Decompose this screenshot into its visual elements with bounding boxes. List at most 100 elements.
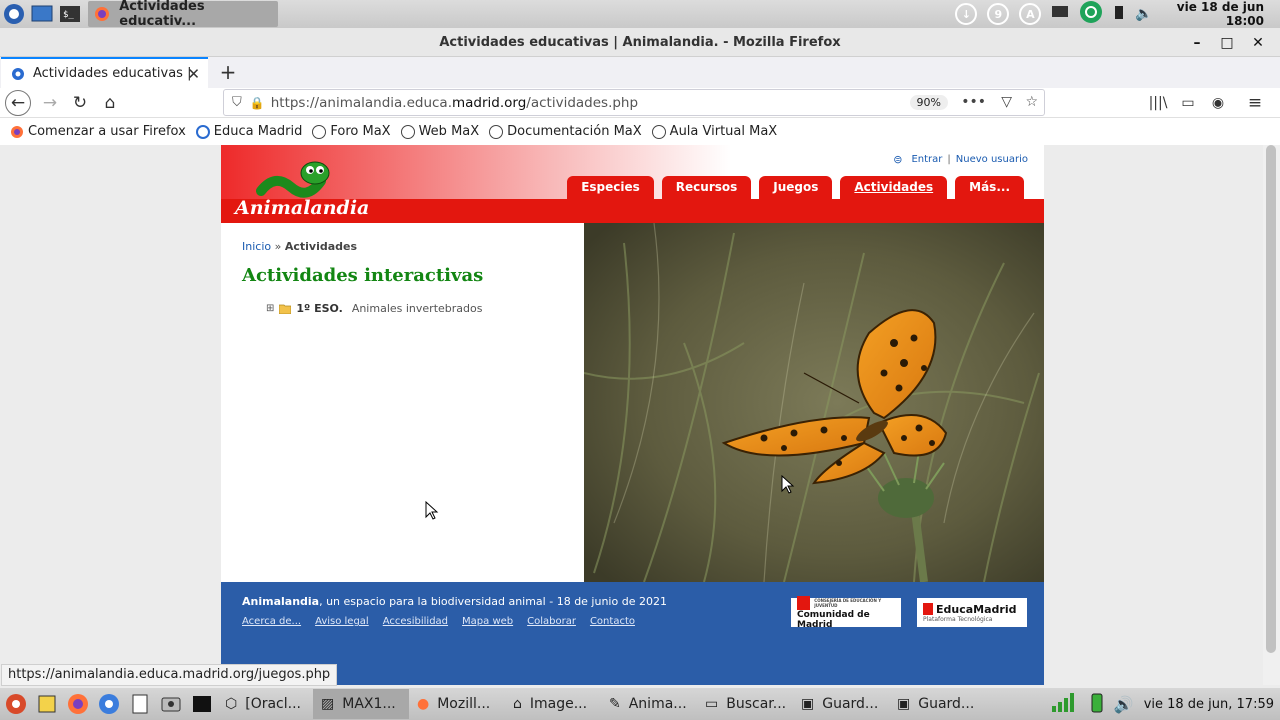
comunidad-label: Comunidad de Madrid [797,609,870,630]
taskbar-task-oracle[interactable]: ⬡ [Oracl... [217,689,313,719]
launcher-chromium-icon[interactable] [93,689,124,719]
footer-link-acerca[interactable]: Acerca de... [242,616,301,627]
reload-button[interactable]: ↻ [67,90,93,116]
user-links-separator: | [947,154,951,165]
desktop-icon[interactable] [28,1,56,27]
tab-close-icon[interactable]: ✕ [187,65,200,83]
mouse-cursor-icon [425,501,439,520]
bookmark-comenzar[interactable]: Comenzar a usar Firefox [10,124,186,139]
taskbar-task-image[interactable]: ⌂ Image... [505,689,601,719]
bookmark-label: Educa Madrid [213,124,303,139]
svg-text:$_: $_ [63,10,74,20]
menu-especies[interactable]: Especies [567,176,654,199]
bookmark-foro-max[interactable]: Foro MaX [312,124,391,139]
site-logo-text[interactable]: Animalandia [235,197,369,219]
login-link[interactable]: Entrar [911,154,942,165]
home-button[interactable]: ⌂ [97,90,123,116]
panel-clock[interactable]: vie 18 de jun 18:00 [1163,0,1264,28]
footer-links: Acerca de... Aviso legal Accesibilidad M… [242,616,635,627]
maximize-button[interactable]: □ [1212,28,1242,57]
shield-icon[interactable]: ⛉ [232,95,242,110]
save-dialog-icon: ▣ [801,696,815,712]
battery-icon[interactable] [1113,4,1125,24]
window-titlebar[interactable]: Actividades educativas | Animalandia. - … [0,28,1280,57]
taskbar-task-anima[interactable]: ✎ Anima... [601,689,697,719]
site-menu: Especies Recursos Juegos Actividades Más… [567,176,1024,199]
launcher-notes-icon[interactable] [124,689,155,719]
tray-badge-a[interactable]: A [1019,3,1042,25]
educamadrid-flag-icon [923,603,933,615]
bookmark-aula-virtual-max[interactable]: Aula Virtual MaX [651,124,777,139]
breadcrumb-home-link[interactable]: Inicio [242,240,271,253]
taskbar-task-guardar-1[interactable]: ▣ Guard... [793,689,889,719]
volume-icon[interactable]: 🔈 [1135,6,1152,22]
panel-task-firefox[interactable]: Actividades educativ... [88,0,278,29]
sidebar-icon[interactable]: ▭ [1175,90,1201,116]
taskbar-clock[interactable]: vie 18 de jun, 17:59 [1144,697,1274,712]
minimize-button[interactable]: – [1182,28,1212,57]
page-actions-icon[interactable]: ••• [961,94,986,110]
tree-level-label[interactable]: 1º ESO. [296,302,342,315]
tray-badge-9[interactable]: 9 [987,3,1010,25]
footer-link-mapa-web[interactable]: Mapa web [462,616,513,627]
tree-item-1eso[interactable]: ⊞ 1º ESO. Animales invertebrados [266,302,482,315]
snake-logo-icon[interactable] [255,151,335,201]
new-tab-button[interactable]: + [216,60,240,84]
expand-icon[interactable]: ⊞ [266,303,274,314]
footer-link-colaborar[interactable]: Colaborar [527,616,576,627]
scrollbar-thumb[interactable] [1266,145,1276,653]
tab-actividades[interactable]: Actividades educativas | ✕ [1,57,208,88]
launcher-screenshot-icon[interactable] [155,689,186,719]
library-icon[interactable]: |||\ [1145,90,1171,116]
taskbar-task-mozilla[interactable]: ● Mozill... [409,689,505,719]
lock-icon[interactable]: 🔒 [250,96,265,110]
bookmark-documentacion-max[interactable]: Documentación MaX [489,124,642,139]
bookmark-educa-madrid[interactable]: Educa Madrid [195,124,303,139]
comunidad-madrid-logo[interactable]: CONSEJERÍA DE EDUCACIÓN Y JUVENTUD Comun… [791,595,901,630]
sync-icon[interactable] [1079,0,1103,28]
bookmark-web-max[interactable]: Web MaX [400,124,479,139]
footer-link-aviso-legal[interactable]: Aviso legal [315,616,369,627]
site-footer: Animalandia, un espacio para la biodiver… [221,582,1044,660]
menu-mas[interactable]: Más... [955,176,1024,199]
footer-link-accesibilidad[interactable]: Accesibilidad [383,616,448,627]
bookmark-star-icon[interactable]: ☆ [1025,94,1038,110]
url-bar[interactable]: ⛉ 🔒 https://animalandia.educa.madrid.org… [223,89,1045,116]
site-header: Animalandia ⊜ Entrar | Nuevo usuario Esp… [221,145,1044,223]
forward-button[interactable]: → [37,90,63,116]
close-window-button[interactable]: ✕ [1243,28,1273,57]
network-signal-icon[interactable] [1050,690,1080,718]
menu-juegos[interactable]: Juegos [759,176,833,199]
menu-recursos[interactable]: Recursos [661,176,752,199]
comunidad-consejeria: CONSEJERÍA DE EDUCACIÓN Y JUVENTUD [814,597,882,608]
launcher-terminal-icon[interactable] [186,689,217,719]
taskbar-task-max1[interactable]: ▨ MAX1... [313,689,409,719]
pocket-icon[interactable]: ▽ [1001,94,1012,110]
breadcrumb-separator: » [274,240,282,253]
launcher-firefox-icon[interactable] [62,689,93,719]
footer-link-contacto[interactable]: Contacto [590,616,635,627]
screen-icon[interactable] [1051,5,1069,23]
educamadrid-logo[interactable]: EducaMadrid Plataforma Tecnológica [917,598,1027,627]
launcher-apps-icon[interactable] [0,689,31,719]
app-menu-icon[interactable] [0,1,28,27]
educamadrid-sub: Plataforma Tecnológica [923,615,993,623]
launcher-editor-icon[interactable] [31,689,62,719]
bookmark-label: Documentación MaX [507,124,642,139]
terminal-icon[interactable]: $_ [56,1,84,27]
menu-actividades[interactable]: Actividades [840,176,948,199]
url-text[interactable]: https://animalandia.educa.madrid.org/act… [271,95,638,111]
taskbar-task-guardar-2[interactable]: ▣ Guard... [889,689,985,719]
page-scrollbar[interactable] [1263,145,1280,685]
menu-icon[interactable]: ≡ [1242,90,1268,116]
battery-tray-icon[interactable] [1090,691,1104,717]
animalandia-favicon-icon [12,67,24,80]
taskbar-task-buscar[interactable]: ▭ Buscar... [697,689,793,719]
register-link[interactable]: Nuevo usuario [956,154,1028,165]
zoom-level-badge[interactable]: 90% [909,95,948,110]
panel-task-label: Actividades educativ... [119,0,205,29]
back-button[interactable]: ← [5,90,31,116]
volume-tray-icon[interactable]: 🔊 [1114,695,1134,714]
account-icon[interactable]: ◉ [1205,90,1231,116]
download-indicator-icon[interactable]: ↓ [955,3,978,25]
